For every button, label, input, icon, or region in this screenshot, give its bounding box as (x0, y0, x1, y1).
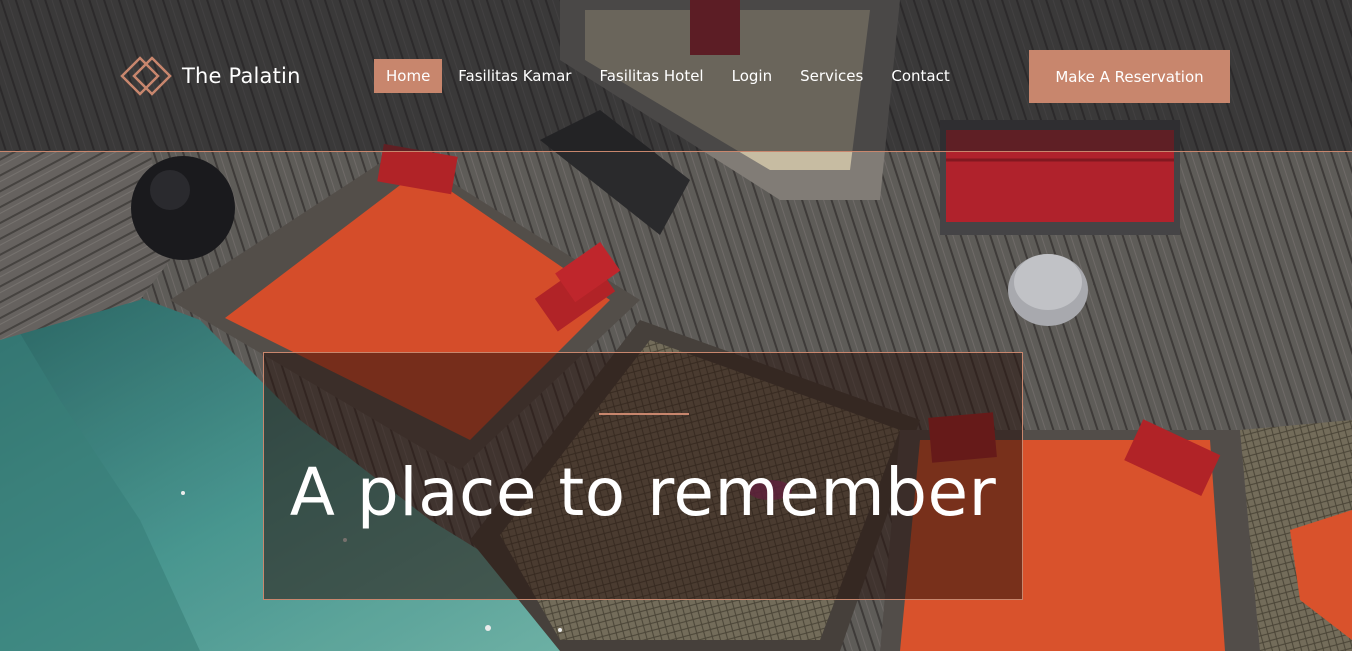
hero-section: The Palatin Home Fasilitas Kamar Fasilit… (0, 0, 1352, 651)
nav-item-fasilitas-kamar[interactable]: Fasilitas Kamar (446, 59, 583, 93)
brand[interactable]: The Palatin (120, 54, 301, 98)
main-nav: Home Fasilitas Kamar Fasilitas Hotel Log… (374, 59, 966, 93)
diamond-logo-icon (120, 56, 172, 96)
nav-item-services[interactable]: Services (788, 59, 875, 93)
nav-item-contact[interactable]: Contact (879, 59, 961, 93)
hero-title-box: A place to remember (263, 352, 1023, 600)
brand-name: The Palatin (182, 64, 301, 88)
nav-item-home[interactable]: Home (374, 59, 443, 93)
site-header: The Palatin Home Fasilitas Kamar Fasilit… (0, 0, 1352, 152)
hero-divider (599, 413, 689, 415)
nav-item-login[interactable]: Login (720, 59, 784, 93)
make-reservation-button[interactable]: Make A Reservation (1029, 50, 1230, 103)
nav-item-fasilitas-hotel[interactable]: Fasilitas Hotel (587, 59, 715, 93)
hero-title: A place to remember (289, 454, 997, 531)
